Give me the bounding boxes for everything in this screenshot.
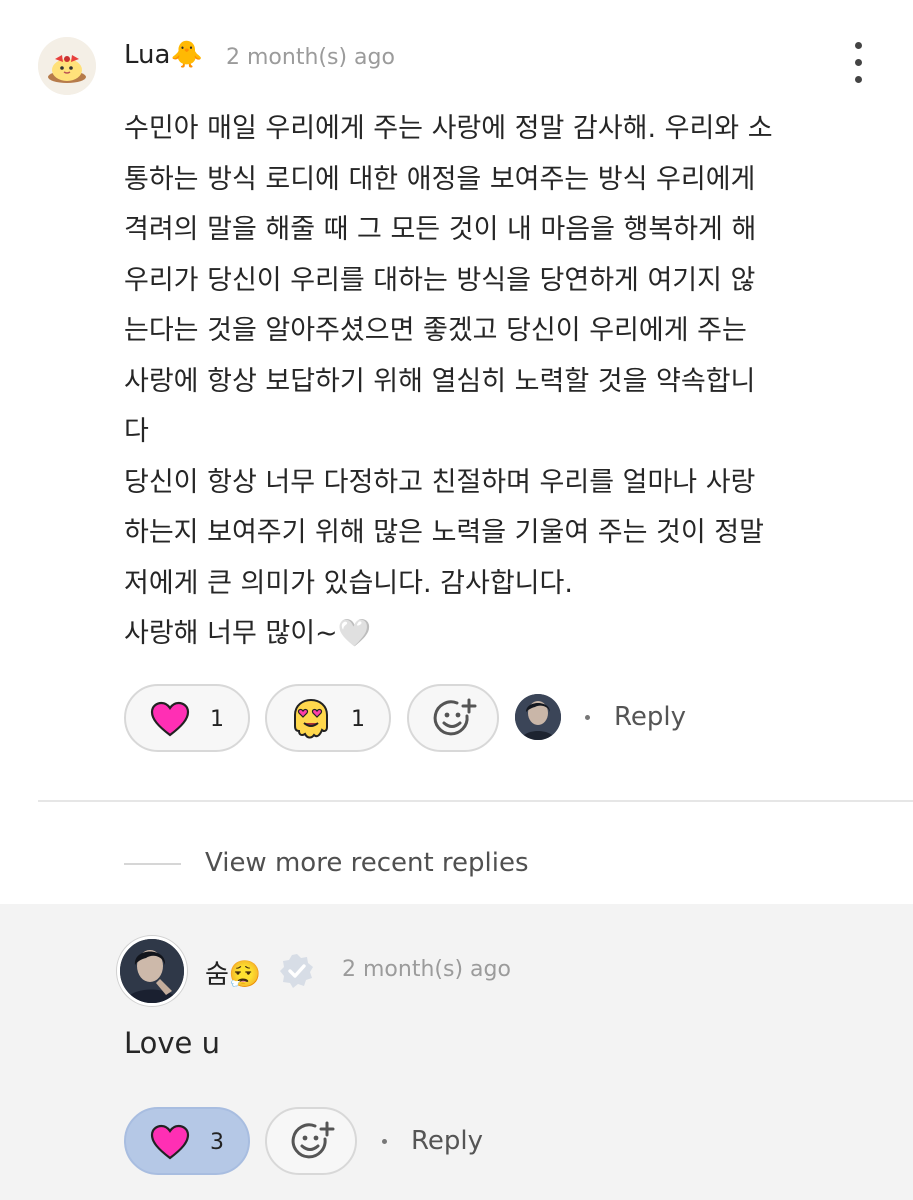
thread-line: [124, 863, 181, 865]
reaction-count: 1: [210, 707, 224, 732]
reaction-count: 1: [351, 707, 365, 732]
reply-username[interactable]: 숨😮‍💨: [205, 954, 261, 991]
heart-icon: [150, 701, 190, 737]
user-avatar[interactable]: [38, 37, 96, 95]
reaction-count: 3: [210, 1130, 224, 1155]
add-reaction-button[interactable]: [407, 684, 499, 752]
reaction-heart-button[interactable]: 1: [124, 684, 250, 752]
verified-badge-icon: [280, 954, 313, 988]
add-reaction-button[interactable]: [265, 1107, 357, 1175]
view-more-replies-link[interactable]: View more recent replies: [205, 848, 529, 878]
duck-avatar-image: [38, 37, 96, 95]
separator-dot: [382, 1139, 387, 1144]
reply-button[interactable]: Reply: [614, 702, 686, 732]
comment-divider: [38, 800, 913, 802]
heart-eyes-blob-icon: [294, 698, 328, 739]
replier-avatar[interactable]: [515, 694, 561, 740]
heart-icon: [150, 1124, 190, 1160]
reaction-heart-button-active[interactable]: 3: [124, 1107, 250, 1175]
person-avatar-image: [515, 694, 561, 740]
add-reaction-icon: [291, 1121, 335, 1159]
reply-timestamp: 2 month(s) ago: [342, 957, 511, 982]
reaction-heart-eyes-button[interactable]: 1: [265, 684, 391, 752]
person-avatar-image: [120, 939, 184, 1003]
comment-card: Lua🐥 2 month(s) ago 수민아 매일 우리에게 주는 사랑에 정…: [0, 0, 913, 800]
reply-body: Love u: [124, 1026, 220, 1060]
comment-body: 수민아 매일 우리에게 주는 사랑에 정말 감사해. 우리와 소 통하는 방식 …: [124, 113, 773, 649]
reply-user-avatar[interactable]: [117, 936, 187, 1006]
comment-timestamp: 2 month(s) ago: [226, 45, 395, 70]
kebab-menu-icon[interactable]: [846, 42, 870, 88]
comment-username[interactable]: Lua🐥: [124, 40, 203, 70]
separator-dot: [585, 715, 590, 720]
add-reaction-icon: [433, 698, 477, 736]
reply-button[interactable]: Reply: [411, 1126, 483, 1156]
